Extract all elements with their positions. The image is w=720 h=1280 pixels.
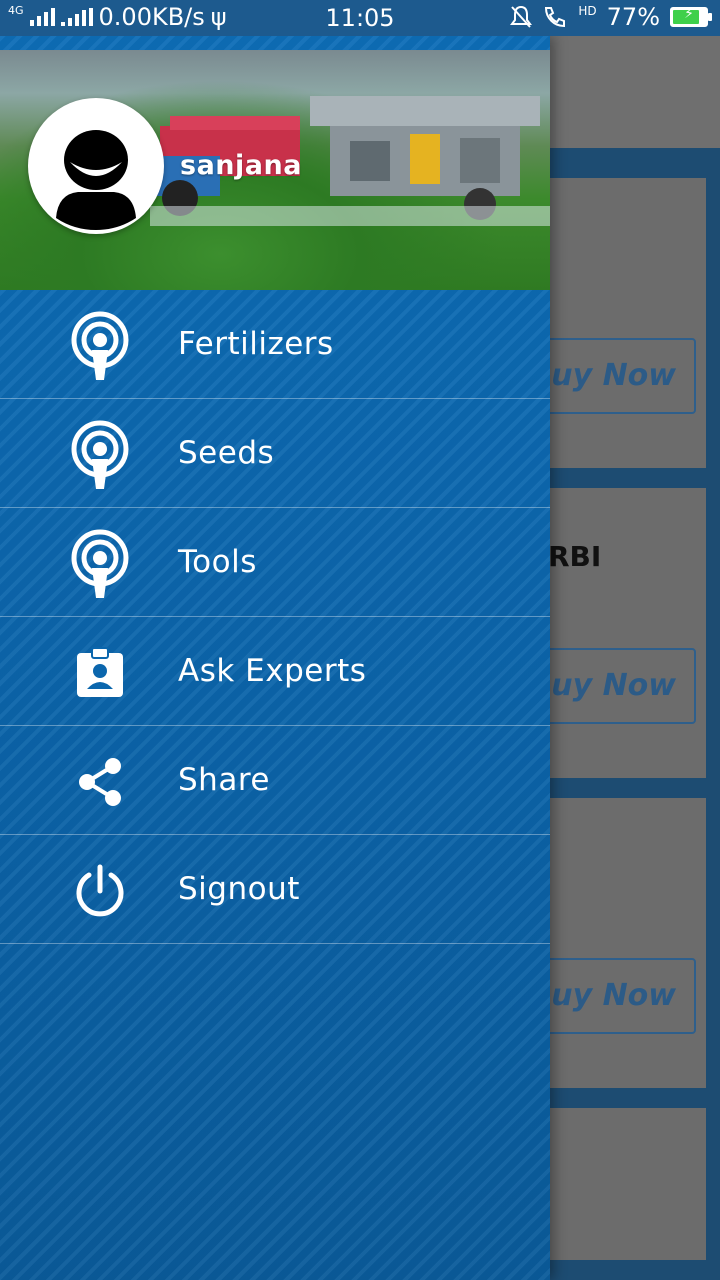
battery-icon: ⚡ bbox=[670, 6, 712, 27]
menu-item-ask-experts[interactable]: Ask Experts bbox=[0, 617, 550, 726]
drawer-header: sanjana bbox=[0, 36, 550, 290]
menu-item-tools[interactable]: Tools bbox=[0, 508, 550, 617]
status-right: HD 77% ⚡ bbox=[510, 3, 712, 31]
menu-item-share[interactable]: Share bbox=[0, 726, 550, 835]
id-badge-icon bbox=[70, 643, 130, 703]
status-bar: 4G 0.00KB/s ψ 11:05 HD 77% ⚡ bbox=[0, 0, 720, 36]
charging-icon: ⚡ bbox=[684, 6, 694, 22]
menu-label: Tools bbox=[178, 544, 257, 580]
menu-item-seeds[interactable]: Seeds bbox=[0, 399, 550, 508]
hd-badge: HD bbox=[578, 4, 597, 18]
share-icon bbox=[70, 752, 130, 812]
user-avatar-icon bbox=[30, 100, 162, 232]
menu-item-signout[interactable]: Signout bbox=[0, 835, 550, 944]
menu-label: Fertilizers bbox=[178, 326, 334, 362]
call-hd-icon bbox=[545, 7, 566, 28]
drawer-menu: Fertilizers Seeds Tools Ask Experts Shar… bbox=[0, 290, 550, 944]
username: sanjana bbox=[180, 150, 302, 181]
bell-off-icon bbox=[510, 5, 533, 28]
power-icon bbox=[70, 861, 130, 921]
menu-label: Seeds bbox=[178, 435, 275, 471]
menu-label: Ask Experts bbox=[178, 653, 367, 689]
navigation-drawer: sanjana Fertilizers Seeds Tools Ask Expe… bbox=[0, 36, 550, 1280]
menu-item-fertilizers[interactable]: Fertilizers bbox=[0, 290, 550, 399]
menu-label: Share bbox=[178, 762, 270, 798]
avatar[interactable] bbox=[28, 98, 164, 234]
podcast-icon bbox=[70, 529, 130, 598]
podcast-icon bbox=[70, 311, 130, 380]
battery-percent: 77% bbox=[606, 3, 660, 31]
menu-label: Signout bbox=[178, 871, 300, 907]
podcast-icon bbox=[70, 420, 130, 489]
